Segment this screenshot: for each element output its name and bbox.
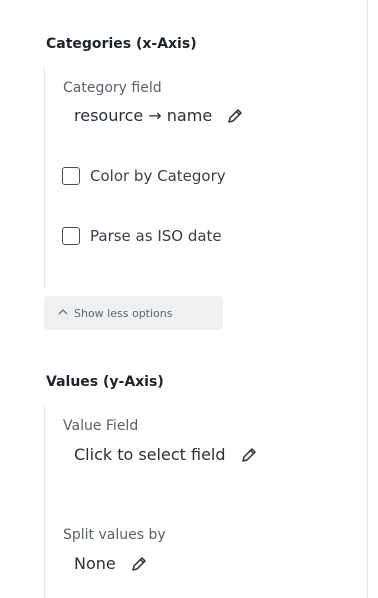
color-by-category-label: Color by Category [90,167,226,185]
color-by-category-checkbox[interactable] [62,167,80,185]
values-section-title: Values (y-Axis) [46,374,164,390]
color-by-category-option[interactable]: Color by Category [62,167,226,185]
categories-section-rail [44,66,45,288]
category-field-label: Category field [63,80,162,96]
parse-iso-date-option[interactable]: Parse as ISO date [62,227,222,245]
split-values-value[interactable]: None [74,554,148,573]
value-field-value-text: Click to select field [74,445,226,464]
show-less-options-label: Show less options [74,306,173,320]
parse-iso-date-label: Parse as ISO date [90,227,222,245]
split-values-label: Split values by [63,527,166,543]
pencil-icon[interactable] [226,107,244,125]
chevron-up-icon [58,308,68,319]
show-less-options-button[interactable]: Show less options [44,296,223,330]
category-field-value-text: resource → name [74,106,213,125]
category-field-value[interactable]: resource → name [74,106,244,125]
chart-settings-panel: Categories (x-Axis) Category field resou… [0,0,368,598]
value-field-label: Value Field [63,418,139,434]
parse-iso-date-checkbox[interactable] [62,227,80,245]
split-values-value-text: None [74,554,116,573]
value-field-value[interactable]: Click to select field [74,445,258,464]
pencil-icon[interactable] [130,555,148,573]
categories-section-title: Categories (x-Axis) [46,36,197,52]
pencil-icon[interactable] [240,446,258,464]
values-section-rail [44,404,45,598]
